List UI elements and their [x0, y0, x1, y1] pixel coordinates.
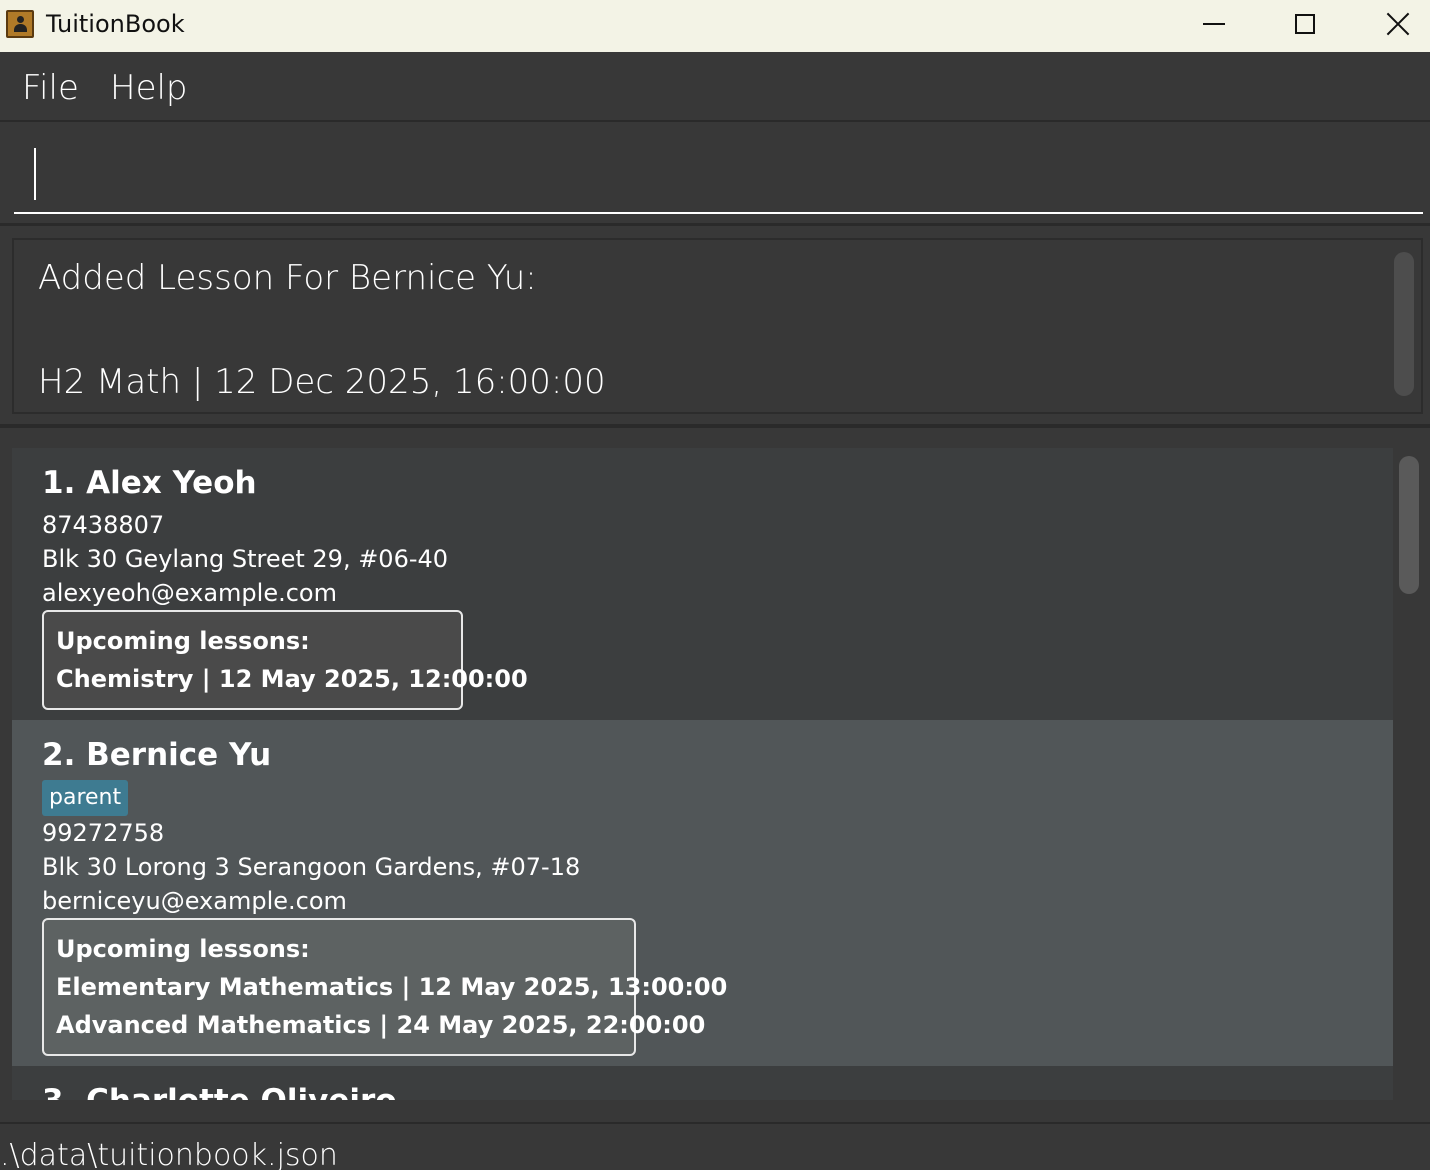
- minimize-icon: [1203, 23, 1225, 25]
- text-caret: [34, 148, 36, 200]
- close-icon: [1386, 12, 1410, 36]
- person-email: alexyeoh@example.com: [42, 579, 337, 607]
- person-address: Blk 30 Geylang Street 29, #06-40: [42, 545, 449, 573]
- person-name: 3. Charlotte Oliveiro: [42, 1083, 397, 1100]
- panel-divider: [0, 424, 1430, 428]
- tag-badge: parent: [42, 780, 129, 816]
- person-name: 2. Bernice Yu: [42, 737, 272, 773]
- upcoming-lessons-box: Upcoming lessons: Chemistry | 12 May 202…: [42, 610, 528, 710]
- status-bar: .\data\tuitionbook.json: [0, 1122, 1430, 1170]
- person-card[interactable]: 3. Charlotte Oliveiro: [12, 1066, 1393, 1100]
- lesson-item: Elementary Mathematics | 12 May 2025, 13…: [56, 973, 728, 1001]
- result-message-line-1: Added Lesson For Bernice Yu:: [38, 258, 537, 298]
- lessons-header: Upcoming lessons:: [56, 935, 310, 963]
- upcoming-lessons-box: Upcoming lessons: Elementary Mathematics…: [42, 918, 728, 1056]
- result-scrollbar[interactable]: [1394, 252, 1414, 396]
- person-list: 1. Alex Yeoh 87438807 Blk 30 Geylang Str…: [12, 448, 1393, 1100]
- person-name: 1. Alex Yeoh: [42, 465, 257, 501]
- command-input[interactable]: [14, 140, 1423, 214]
- person-phone: 99272758: [42, 819, 165, 847]
- menu-file[interactable]: File: [22, 68, 79, 108]
- lesson-item: Advanced Mathematics | 24 May 2025, 22:0…: [56, 1011, 706, 1039]
- maximize-icon: [1295, 14, 1315, 34]
- result-display: Added Lesson For Bernice Yu: H2 Math | 1…: [12, 238, 1423, 414]
- person-email: berniceyu@example.com: [42, 887, 347, 915]
- menu-help[interactable]: Help: [110, 68, 188, 108]
- person-address: Blk 30 Lorong 3 Serangoon Gardens, #07-1…: [42, 853, 581, 881]
- person-card[interactable]: 1. Alex Yeoh 87438807 Blk 30 Geylang Str…: [12, 448, 1393, 720]
- result-message-line-3: H2 Math | 12 Dec 2025, 16:00:00: [38, 362, 606, 402]
- person-phone: 87438807: [42, 511, 165, 539]
- menu-bar: File Help: [0, 52, 1430, 122]
- title-bar: TuitionBook: [0, 0, 1430, 52]
- lesson-item: Chemistry | 12 May 2025, 12:00:00: [56, 665, 528, 693]
- person-list-scrollbar-thumb[interactable]: [1399, 456, 1419, 594]
- maximize-button[interactable]: [1259, 0, 1351, 48]
- app-icon: [6, 10, 34, 38]
- person-card-selected[interactable]: 2. Bernice Yu parent 99272758 Blk 30 Lor…: [12, 720, 1393, 1066]
- minimize-button[interactable]: [1168, 0, 1260, 48]
- window-title: TuitionBook: [46, 10, 185, 38]
- save-file-path: .\data\tuitionbook.json: [0, 1138, 338, 1170]
- command-box-area: [0, 124, 1430, 226]
- close-button[interactable]: [1352, 0, 1430, 48]
- lessons-header: Upcoming lessons:: [56, 627, 310, 655]
